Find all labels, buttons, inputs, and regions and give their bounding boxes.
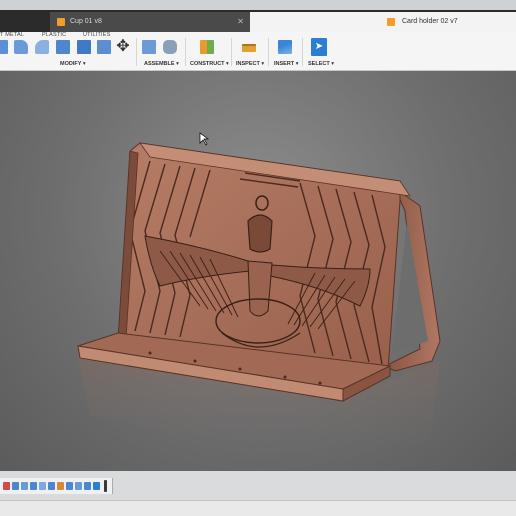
timeline-step[interactable] bbox=[93, 482, 100, 490]
tab-cup[interactable]: Cup 01 v8 ✕ bbox=[50, 12, 250, 32]
select-icon[interactable]: ➤ bbox=[311, 38, 327, 56]
inspect-menu[interactable]: INSPECT bbox=[236, 61, 264, 67]
modify-menu[interactable]: MODIFY bbox=[60, 61, 86, 67]
close-icon[interactable]: ✕ bbox=[237, 12, 244, 32]
timeline-step[interactable] bbox=[12, 482, 19, 490]
tab-label: Cup 01 v8 bbox=[70, 18, 102, 25]
combine-icon[interactable] bbox=[77, 40, 91, 54]
divider bbox=[136, 38, 137, 66]
scale-icon[interactable] bbox=[97, 40, 111, 54]
timeline-marker[interactable] bbox=[104, 480, 107, 492]
subtab-plastic[interactable]: PLASTIC bbox=[42, 32, 66, 38]
subtab-sheet-metal[interactable]: T METAL bbox=[0, 32, 24, 38]
press-pull-icon[interactable] bbox=[0, 40, 8, 54]
status-bar bbox=[0, 500, 516, 516]
insert-menu[interactable]: INSERT bbox=[274, 61, 298, 67]
tab-label: Card holder 02 v7 bbox=[402, 18, 458, 25]
move-icon[interactable]: ✥ bbox=[116, 39, 130, 55]
select-menu[interactable]: SELECT bbox=[308, 61, 334, 67]
construct-menu[interactable]: CONSTRUCT bbox=[190, 61, 229, 67]
card-holder-model[interactable] bbox=[0, 71, 516, 471]
canvas-viewport[interactable] bbox=[0, 71, 516, 471]
divider bbox=[185, 38, 186, 66]
divider bbox=[231, 38, 232, 66]
assemble-menu[interactable]: ASSEMBLE bbox=[144, 61, 179, 67]
timeline-step[interactable] bbox=[21, 482, 28, 490]
new-component-icon[interactable] bbox=[142, 40, 156, 54]
divider bbox=[302, 38, 303, 66]
timeline-step[interactable] bbox=[57, 482, 64, 490]
timeline-step[interactable] bbox=[30, 482, 37, 490]
timeline-step[interactable] bbox=[3, 482, 10, 490]
fillet-icon[interactable] bbox=[14, 40, 28, 54]
shell-icon[interactable] bbox=[56, 40, 70, 54]
joint-icon[interactable] bbox=[163, 40, 177, 54]
tab-card-holder[interactable]: Card holder 02 v7 bbox=[250, 12, 516, 32]
chamfer-icon[interactable] bbox=[35, 40, 49, 54]
divider bbox=[268, 38, 269, 66]
timeline-step[interactable] bbox=[48, 482, 55, 490]
timeline-step[interactable] bbox=[75, 482, 82, 490]
subtab-utilities[interactable]: UTILITIES bbox=[83, 32, 110, 38]
insert-image-icon[interactable] bbox=[278, 40, 292, 54]
toolbar: T METAL PLASTIC UTILITIES ✥ MODIFY ASSEM… bbox=[0, 32, 516, 71]
mouse-cursor-icon bbox=[199, 132, 210, 146]
document-icon bbox=[57, 18, 65, 26]
measure-icon[interactable] bbox=[242, 44, 256, 52]
document-icon bbox=[387, 18, 395, 26]
timeline-step[interactable] bbox=[39, 482, 46, 490]
timeline-step[interactable] bbox=[66, 482, 73, 490]
fusion-window: Cup 01 v8 ✕ Card holder 02 v7 T METAL PL… bbox=[0, 0, 516, 516]
document-tab-bar: Cup 01 v8 ✕ Card holder 02 v7 bbox=[0, 10, 516, 32]
timeline-step[interactable] bbox=[84, 482, 91, 490]
offset-plane-icon[interactable] bbox=[200, 40, 214, 54]
